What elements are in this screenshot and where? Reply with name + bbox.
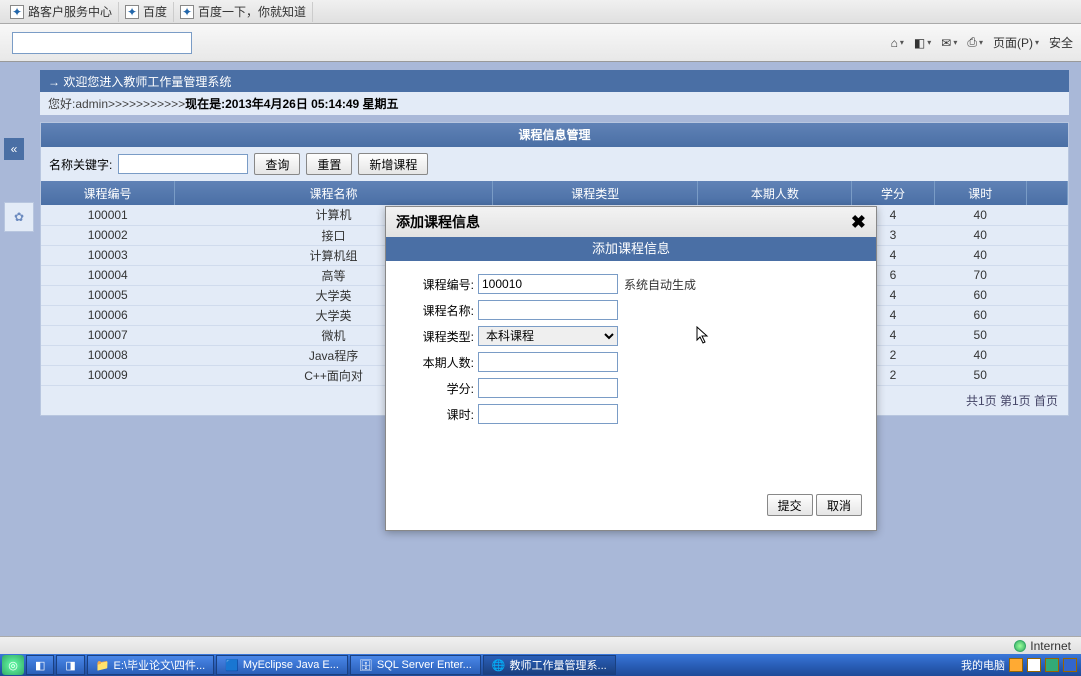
field-name-label: 课程名称: — [400, 302, 478, 319]
search-label: 名称关键字: — [49, 156, 112, 173]
add-course-button[interactable]: 新增课程 — [358, 153, 428, 175]
home-icon[interactable]: ⌂▾ — [891, 36, 904, 50]
status-bar: Internet — [0, 636, 1081, 654]
task-button[interactable]: 📁E:\毕业论文\四件... — [87, 655, 214, 675]
field-count-label: 本期人数: — [400, 354, 478, 371]
fav-icon: ✦ — [10, 5, 24, 19]
greeting-bar: 您好:admin>>>>>>>>>>> 现在是: 2013年4月26日 05:1… — [40, 92, 1069, 116]
globe-icon — [1014, 640, 1026, 652]
zone-label: Internet — [1030, 639, 1071, 653]
fav-item[interactable]: ✦ 路客户服务中心 — [4, 2, 119, 22]
welcome-banner: → 欢迎您进入教师工作量管理系统 — [40, 70, 1069, 92]
task-button-active[interactable]: 🌐教师工作量管理系... — [483, 655, 616, 675]
search-input[interactable] — [118, 154, 248, 174]
dialog-header: 添加课程信息 ✖ — [386, 207, 876, 237]
dialog-body: 课程编号: 系统自动生成 课程名称: 课程类型:本科课程 本期人数: 学分: 课时… — [386, 261, 876, 437]
gear-icon[interactable]: ✿ — [4, 202, 34, 232]
now-label: 现在是: — [185, 95, 225, 112]
fav-label: 百度 — [143, 3, 167, 20]
quick-launch[interactable]: ◧ — [26, 655, 54, 675]
sidebar-toggle[interactable]: « — [4, 138, 24, 160]
query-button[interactable]: 查询 — [254, 153, 300, 175]
field-type-select[interactable]: 本科课程 — [478, 326, 618, 346]
fav-label: 百度一下，你就知道 — [198, 3, 306, 20]
fav-icon: ✦ — [180, 5, 194, 19]
task-button[interactable]: 🟦MyEclipse Java E... — [216, 655, 348, 675]
task-label: SQL Server Enter... — [377, 659, 472, 671]
col-count: 本期人数 — [698, 181, 852, 205]
task-button[interactable]: 🗄SQL Server Enter... — [350, 655, 481, 675]
field-id-input[interactable] — [478, 274, 618, 294]
panel-title: 课程信息管理 — [41, 123, 1068, 147]
task-label: 教师工作量管理系... — [510, 657, 607, 673]
start-button[interactable]: ◎ — [2, 655, 24, 675]
field-id-label: 课程编号: — [400, 276, 478, 293]
tray-icon[interactable] — [1027, 658, 1041, 672]
col-credit: 学分 — [852, 181, 934, 205]
field-credit-input[interactable] — [478, 378, 618, 398]
page-menu-label: 页面(P) — [993, 34, 1033, 51]
task-label: E:\毕业论文\四件... — [114, 657, 206, 673]
tray-icon[interactable] — [1045, 658, 1059, 672]
field-type-label: 课程类型: — [400, 328, 478, 345]
fav-icon: ✦ — [125, 5, 139, 19]
field-hour-label: 课时: — [400, 406, 478, 423]
safety-menu-label: 安全 — [1049, 34, 1073, 51]
close-icon[interactable]: ✖ — [851, 212, 866, 233]
dialog-subtitle: 添加课程信息 — [386, 237, 876, 261]
task-label: MyEclipse Java E... — [243, 659, 339, 671]
favorites-bar: ✦ 路客户服务中心 ✦ 百度 ✦ 百度一下，你就知道 — [0, 0, 1081, 24]
print-icon[interactable]: ⎙▾ — [967, 35, 983, 50]
safety-menu[interactable]: 安全 — [1049, 34, 1073, 51]
now-value: 2013年4月26日 05:14:49 星期五 — [225, 95, 398, 112]
field-credit-label: 学分: — [400, 380, 478, 397]
taskbar: ◎ ◧ ◨ 📁E:\毕业论文\四件... 🟦MyEclipse Java E..… — [0, 654, 1081, 676]
field-count-input[interactable] — [478, 352, 618, 372]
address-input[interactable] — [12, 32, 192, 54]
submit-button[interactable]: 提交 — [767, 494, 813, 516]
col-extra — [1026, 181, 1067, 205]
search-row: 名称关键字: 查询 重置 新增课程 — [41, 147, 1068, 181]
fav-item[interactable]: ✦ 百度一下，你就知道 — [174, 2, 313, 22]
tray-icon[interactable] — [1063, 658, 1077, 672]
rss-icon[interactable]: ◧▾ — [914, 36, 931, 50]
page-menu[interactable]: 页面(P)▾ — [993, 34, 1039, 51]
browser-toolbar: ⌂▾ ◧▾ ✉▾ ⎙▾ 页面(P)▾ 安全 — [0, 24, 1081, 62]
add-course-dialog: 添加课程信息 ✖ 添加课程信息 课程编号:系统自动生成 课程名称: 课程类型:本… — [385, 206, 877, 531]
fav-item[interactable]: ✦ 百度 — [119, 2, 174, 22]
field-id-hint: 系统自动生成 — [624, 276, 696, 293]
fav-label: 路客户服务中心 — [28, 3, 112, 20]
field-hour-input[interactable] — [478, 404, 618, 424]
quick-launch[interactable]: ◨ — [56, 655, 84, 675]
tray-label: 我的电脑 — [961, 657, 1005, 673]
col-type: 课程类型 — [493, 181, 698, 205]
col-hour: 课时 — [934, 181, 1026, 205]
greeting-prefix: 您好:admin>>>>>>>>>>> — [48, 95, 185, 112]
reset-button[interactable]: 重置 — [306, 153, 352, 175]
field-name-input[interactable] — [478, 300, 618, 320]
cancel-button[interactable]: 取消 — [816, 494, 862, 516]
col-name: 课程名称 — [174, 181, 492, 205]
col-id: 课程编号 — [41, 181, 174, 205]
mail-icon[interactable]: ✉▾ — [941, 36, 957, 50]
dialog-title: 添加课程信息 — [396, 212, 480, 232]
tray-icon[interactable] — [1009, 658, 1023, 672]
